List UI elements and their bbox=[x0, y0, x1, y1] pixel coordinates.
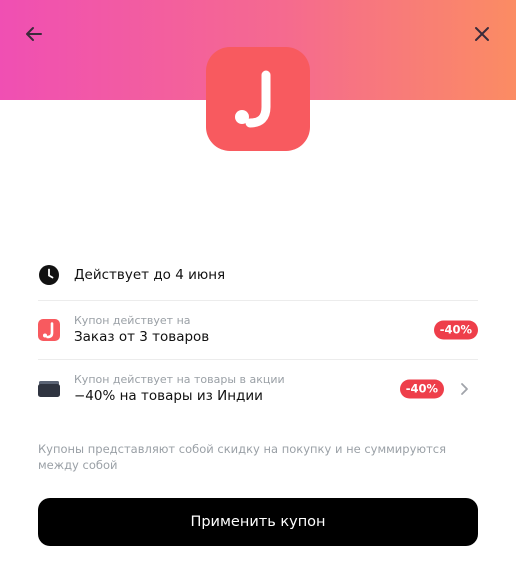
back-button[interactable] bbox=[20, 20, 48, 48]
coupon-note: Купоны представляют собой скидку на поку… bbox=[38, 442, 447, 472]
coupon-condition-label: Купон действует на bbox=[74, 314, 191, 327]
coupon-details: Действует до 4 июня Купон действует на З… bbox=[38, 250, 478, 418]
wallet-icon bbox=[38, 378, 60, 400]
expiry-text: Действует до 4 июня bbox=[74, 267, 226, 283]
coupon-promo-value: −40% на товары из Индии bbox=[74, 388, 263, 404]
chevron-right-icon[interactable] bbox=[460, 382, 470, 396]
arrow-left-icon bbox=[26, 27, 42, 41]
close-icon bbox=[475, 27, 489, 41]
coupon-promo-text: Купон действует на товары в акции −40% н… bbox=[74, 372, 285, 406]
coupon-condition-value: Заказ от 3 товаров bbox=[74, 329, 210, 345]
j-brand-logo bbox=[235, 70, 271, 128]
j-brand-small-icon bbox=[38, 319, 60, 341]
apply-coupon-button[interactable]: Применить купон bbox=[38, 498, 478, 546]
close-button[interactable] bbox=[468, 20, 496, 48]
app-logo bbox=[206, 47, 310, 151]
expiry-row: Действует до 4 июня bbox=[38, 250, 478, 300]
coupon-condition-text: Купон действует на Заказ от 3 товаров bbox=[74, 313, 209, 347]
discount-badge: -40% bbox=[433, 320, 478, 340]
coupon-condition-row: Купон действует на Заказ от 3 товаров -4… bbox=[38, 300, 478, 359]
coupon-promo-label: Купон действует на товары в акции bbox=[74, 373, 285, 386]
coupon-promo-row[interactable]: Купон действует на товары в акции −40% н… bbox=[38, 359, 478, 418]
clock-icon bbox=[38, 264, 60, 286]
discount-badge: -40% bbox=[399, 379, 444, 399]
